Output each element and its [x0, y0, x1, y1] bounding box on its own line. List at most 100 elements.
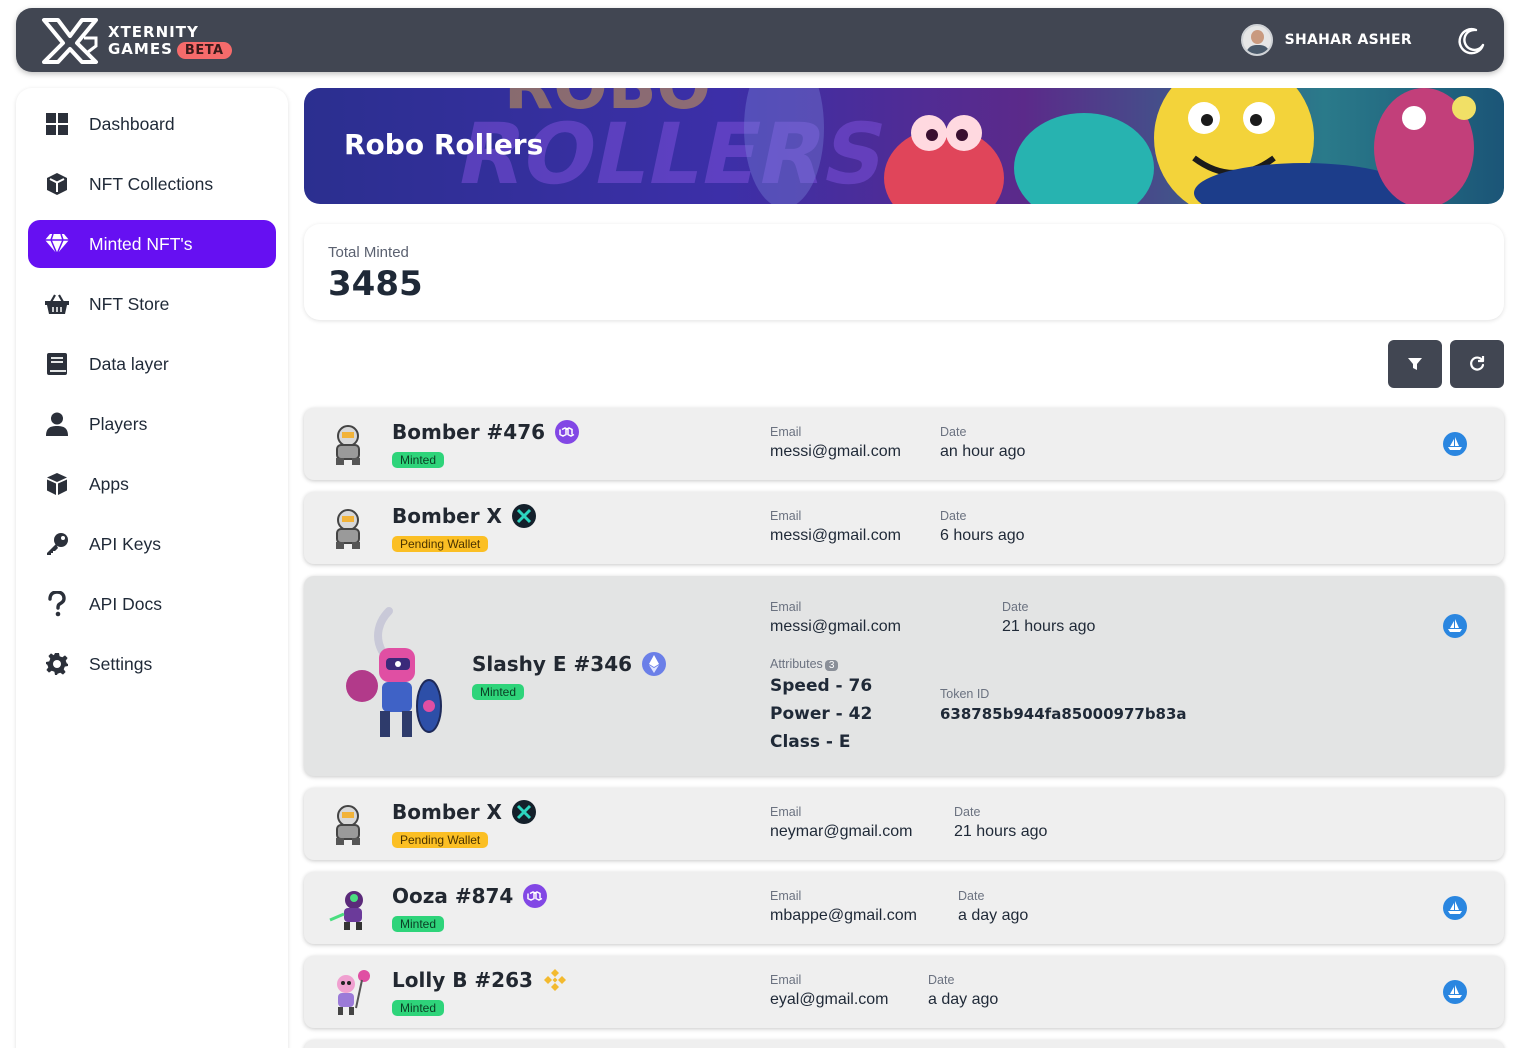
sidebar-item-nft-collections[interactable]: NFT Collections — [28, 160, 276, 208]
sidebar-item-label: API Docs — [89, 593, 162, 614]
collection-title: Robo Rollers — [344, 128, 544, 161]
filter-button[interactable] — [1388, 340, 1442, 388]
minted-nft-row[interactable]: Ooza #874 Minted Email mbappe@gmail.com … — [304, 872, 1504, 944]
polygon-icon — [523, 884, 548, 908]
total-minted-value: 3485 — [328, 264, 423, 304]
attributes-label: Attributes 3 — [770, 657, 839, 671]
total-minted-label: Total Minted — [328, 244, 409, 261]
email-value: mbappe@gmail.com — [770, 907, 917, 924]
minted-nft-row[interactable]: Bomber X Pending Wallet Email messi@gmai… — [304, 492, 1504, 564]
minted-nft-row-partial[interactable] — [304, 1040, 1504, 1048]
basket-icon — [44, 291, 70, 317]
nft-name[interactable]: Ooza #874 — [392, 884, 513, 908]
minted-nft-row[interactable]: Bomber X Pending Wallet Email neymar@gma… — [304, 788, 1504, 860]
immutable-x-icon — [511, 800, 536, 824]
sidebar-item-nft-store[interactable]: NFT Store — [28, 280, 276, 328]
attribute-item: Class - E — [770, 732, 851, 752]
date-value: a day ago — [928, 991, 999, 1008]
xternity-logo-icon — [42, 18, 98, 64]
sidebar-item-settings[interactable]: Settings — [28, 640, 276, 688]
lolly-robot-icon — [337, 970, 370, 1015]
nft-name[interactable]: Lolly B #263 — [392, 968, 533, 992]
brand-logo[interactable]: XTERNITY GAMES BETA — [40, 16, 232, 66]
cube-icon — [44, 171, 70, 197]
sidebar-item-label: Data layer — [89, 353, 169, 374]
sidebar-item-label: Minted NFT's — [89, 233, 193, 254]
status-badge: Minted — [392, 916, 445, 932]
email-label: Email — [770, 600, 802, 614]
attributes-count: 3 — [824, 660, 839, 671]
avatar — [1240, 24, 1273, 56]
status-badge: Minted — [472, 684, 525, 700]
email-value: messi@gmail.com — [770, 443, 901, 460]
ethereum-icon — [642, 652, 667, 676]
status-badge: Pending Wallet — [392, 832, 489, 848]
opensea-icon[interactable] — [1442, 613, 1468, 639]
user-name: SHAHAR ASHER — [1284, 32, 1412, 48]
nft-name[interactable]: Bomber #476 — [392, 420, 545, 444]
sidebar-item-label: NFT Store — [89, 293, 170, 314]
sidebar-item-label: Dashboard — [89, 113, 175, 134]
ooza-creature-icon — [329, 891, 363, 930]
opensea-icon[interactable] — [1442, 895, 1468, 921]
sidebar-item-api-keys[interactable]: API Keys — [28, 520, 276, 568]
grid-icon — [44, 111, 70, 137]
date-label: Date — [940, 509, 967, 523]
sidebar-item-dashboard[interactable]: Dashboard — [28, 100, 276, 148]
email-value: eyal@gmail.com — [770, 991, 889, 1008]
nft-name[interactable]: Slashy E #346 — [472, 652, 632, 676]
attribute-item: Speed - 76 — [770, 676, 873, 696]
date-label: Date — [954, 805, 981, 819]
sidebar-item-apps[interactable]: Apps — [28, 460, 276, 508]
brand-line-1: XTERNITY — [108, 22, 199, 41]
total-minted-card: Total Minted 3485 — [304, 224, 1504, 320]
filter-icon — [1408, 358, 1422, 370]
moon-icon[interactable] — [1456, 26, 1486, 56]
date-value: 21 hours ago — [954, 823, 1048, 840]
refresh-button[interactable] — [1450, 340, 1504, 388]
minted-nft-row-expanded[interactable]: Slashy E #346 Minted Email messi@gmail.c… — [304, 576, 1504, 776]
status-badge: Minted — [392, 452, 445, 468]
gem-icon — [44, 231, 70, 257]
bomber-robot-icon — [336, 425, 360, 465]
date-label: Date — [958, 889, 985, 903]
opensea-icon[interactable] — [1442, 979, 1468, 1005]
date-label: Date — [1002, 600, 1029, 614]
sidebar-item-minted-nfts[interactable]: Minted NFT's — [28, 220, 276, 268]
email-label: Email — [770, 889, 802, 903]
user-menu[interactable]: SHAHAR ASHER — [1240, 24, 1412, 56]
key-icon — [44, 531, 70, 557]
sidebar-item-data-layer[interactable]: Data layer — [28, 340, 276, 388]
nft-name[interactable]: Bomber X — [392, 800, 502, 824]
email-label: Email — [770, 805, 802, 819]
sidebar-item-api-docs[interactable]: API Docs — [28, 580, 276, 628]
bomber-robot-icon — [336, 509, 360, 549]
date-value: an hour ago — [940, 443, 1026, 460]
polygon-icon — [555, 420, 580, 444]
sidebar-item-label: Settings — [89, 653, 153, 674]
email-value: neymar@gmail.com — [770, 823, 913, 840]
date-value: 21 hours ago — [1002, 618, 1096, 635]
date-label: Date — [928, 973, 955, 987]
refresh-icon — [1470, 356, 1485, 371]
minted-nft-row[interactable]: Bomber #476 Minted Email messi@gmail.com… — [304, 408, 1504, 480]
email-label: Email — [770, 509, 802, 523]
sidebar-item-players[interactable]: Players — [28, 400, 276, 448]
minted-nft-row[interactable]: Lolly B #263 Minted Email eyal@gmail.com… — [304, 956, 1504, 1028]
email-value: messi@gmail.com — [770, 527, 901, 544]
nft-name[interactable]: Bomber X — [392, 504, 502, 528]
bomber-robot-icon — [336, 805, 360, 845]
brand-line-2: GAMES — [108, 39, 173, 58]
beta-badge: BETA — [176, 41, 232, 59]
brand-text: XTERNITY GAMES BETA — [108, 22, 232, 59]
binance-icon — [543, 969, 566, 991]
gear-icon — [44, 651, 70, 677]
email-value: messi@gmail.com — [770, 618, 901, 635]
token-id-value: 638785b944fa85000977b83a — [940, 705, 1187, 723]
status-badge: Minted — [392, 1000, 445, 1016]
sidebar-item-label: NFT Collections — [89, 173, 214, 194]
email-label: Email — [770, 425, 802, 439]
sidebar-item-label: Apps — [89, 473, 129, 494]
opensea-icon[interactable] — [1442, 431, 1468, 457]
status-badge: Pending Wallet — [392, 536, 489, 552]
